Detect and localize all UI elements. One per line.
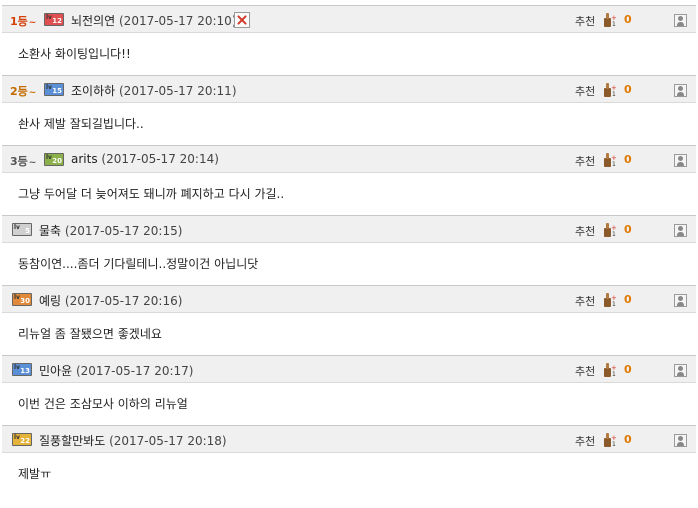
rank-badge: 3등~	[10, 155, 37, 168]
comment-date: (2017-05-17 20:11)	[119, 84, 237, 98]
thumbs-up-icon[interactable]: + 1	[602, 11, 618, 28]
comment-body: 제발ㅠ	[2, 453, 696, 495]
svg-text:1: 1	[612, 441, 616, 448]
svg-text:1: 1	[612, 21, 616, 28]
comment-item: lv 30 예링 (2017-05-17 20:16) 추천 + 1 0 리뉴얼 …	[2, 285, 696, 355]
author-name[interactable]: 조이하하	[71, 84, 115, 98]
comment-date: (2017-05-17 20:14)	[101, 152, 219, 166]
author-name[interactable]: 질풍할만봐도	[39, 434, 105, 448]
level-icon: lv 15	[44, 83, 64, 96]
recommend-label: 추천	[575, 435, 596, 448]
comment-header: 1등~ lv 12 뇌전의연 (2017-05-17 20:10) 추천 + 1 …	[2, 5, 696, 33]
comment-body: 솬사 제발 잘되길빕니다..	[2, 103, 696, 145]
comment-body: 이번 건은 조삼모사 이하의 리뉴얼	[2, 383, 696, 425]
user-profile-icon[interactable]	[674, 224, 687, 237]
recommend-count: 0	[624, 83, 632, 96]
comment-body: 리뉴얼 좀 잘됐으면 좋겠네요	[2, 313, 696, 355]
recommend-count: 0	[624, 433, 632, 446]
comment-date: (2017-05-17 20:18)	[109, 434, 227, 448]
recommend-label: 추천	[575, 15, 596, 28]
comment-item: 2등~ lv 15 조이하하 (2017-05-17 20:11) 추천 + 1 …	[2, 75, 696, 145]
svg-text:1: 1	[612, 301, 616, 308]
comment-text: 그냥 두어달 더 늦어져도 돼니까 폐지하고 다시 가길..	[18, 187, 285, 201]
user-profile-icon[interactable]	[674, 294, 687, 307]
comment-body: 소환사 화이팅입니다!!	[2, 33, 696, 75]
comment-item: lv 13 민아윤 (2017-05-17 20:17) 추천 + 1 0 이번 …	[2, 355, 696, 425]
recommend-count: 0	[624, 223, 632, 236]
thumbs-up-icon[interactable]: + 1	[602, 221, 618, 238]
author-name[interactable]: 뇌전의연	[71, 14, 115, 28]
svg-text:1: 1	[612, 231, 616, 238]
delete-icon[interactable]	[234, 12, 250, 28]
comment-item: 3등~ lv 20 arits (2017-05-17 20:14) 추천 + 1…	[2, 145, 696, 215]
author-name[interactable]: 민아윤	[39, 364, 72, 378]
author-name[interactable]: arits	[71, 152, 98, 166]
thumbs-up-icon[interactable]: + 1	[602, 431, 618, 448]
recommend-label: 추천	[575, 365, 596, 378]
comment-body: 동참이연....좀더 기다릴테니..정말이건 아닙니닷	[2, 243, 696, 285]
recommend-count: 0	[624, 13, 632, 26]
svg-text:1: 1	[612, 161, 616, 168]
comment-header: lv 13 민아윤 (2017-05-17 20:17) 추천 + 1 0	[2, 355, 696, 383]
comment-item: lv 22 질풍할만봐도 (2017-05-17 20:18) 추천 + 1 0 …	[2, 425, 696, 495]
comment-text: 리뉴얼 좀 잘됐으면 좋겠네요	[18, 327, 162, 341]
comment-text: 제발ㅠ	[18, 467, 52, 481]
rank-badge: 2등~	[10, 85, 37, 98]
thumbs-up-icon[interactable]: + 1	[602, 151, 618, 168]
recommend-label: 추천	[575, 225, 596, 238]
level-icon: lv 22	[12, 433, 32, 446]
comment-header: lv 22 질풍할만봐도 (2017-05-17 20:18) 추천 + 1 0	[2, 425, 696, 453]
recommend-label: 추천	[575, 155, 596, 168]
recommend-label: 추천	[575, 85, 596, 98]
user-profile-icon[interactable]	[674, 154, 687, 167]
comment-text: 솬사 제발 잘되길빕니다..	[18, 117, 144, 131]
comment-list: 1등~ lv 12 뇌전의연 (2017-05-17 20:10) 추천 + 1 …	[2, 5, 696, 495]
user-profile-icon[interactable]	[674, 84, 687, 97]
comment-date: (2017-05-17 20:16)	[64, 294, 183, 308]
level-icon: lv 13	[12, 363, 32, 376]
thumbs-up-icon[interactable]: + 1	[602, 291, 618, 308]
comment-date: (2017-05-17 20:10)	[119, 14, 237, 28]
comment-header: 2등~ lv 15 조이하하 (2017-05-17 20:11) 추천 + 1 …	[2, 75, 696, 103]
user-profile-icon[interactable]	[674, 14, 687, 27]
user-profile-icon[interactable]	[674, 364, 687, 377]
recommend-count: 0	[624, 153, 632, 166]
level-icon: lv 5	[12, 223, 32, 236]
recommend-count: 0	[624, 293, 632, 306]
svg-text:1: 1	[612, 91, 616, 98]
recommend-count: 0	[624, 363, 632, 376]
comment-text: 이번 건은 조삼모사 이하의 리뉴얼	[18, 397, 188, 411]
level-icon: lv 20	[44, 153, 64, 166]
level-icon: lv 12	[44, 13, 64, 26]
author-name[interactable]: 물축	[39, 224, 61, 238]
thumbs-up-icon[interactable]: + 1	[602, 81, 618, 98]
author-name[interactable]: 예링	[39, 294, 61, 308]
comment-date: (2017-05-17 20:15)	[64, 224, 183, 238]
comment-body: 그냥 두어달 더 늦어져도 돼니까 폐지하고 다시 가길..	[2, 173, 696, 215]
comment-header: 3등~ lv 20 arits (2017-05-17 20:14) 추천 + 1…	[2, 145, 696, 173]
comment-header: lv 30 예링 (2017-05-17 20:16) 추천 + 1 0	[2, 285, 696, 313]
comment-item: 1등~ lv 12 뇌전의연 (2017-05-17 20:10) 추천 + 1 …	[2, 5, 696, 75]
recommend-label: 추천	[575, 295, 596, 308]
comment-text: 동참이연....좀더 기다릴테니..정말이건 아닙니닷	[18, 257, 259, 271]
rank-badge: 1등~	[10, 15, 37, 28]
comment-text: 소환사 화이팅입니다!!	[18, 47, 131, 61]
user-profile-icon[interactable]	[674, 434, 687, 447]
svg-text:1: 1	[612, 371, 616, 378]
comment-item: lv 5 물축 (2017-05-17 20:15) 추천 + 1 0 동참이연.…	[2, 215, 696, 285]
thumbs-up-icon[interactable]: + 1	[602, 361, 618, 378]
level-icon: lv 30	[12, 293, 32, 306]
comment-date: (2017-05-17 20:17)	[75, 364, 194, 378]
comment-header: lv 5 물축 (2017-05-17 20:15) 추천 + 1 0	[2, 215, 696, 243]
